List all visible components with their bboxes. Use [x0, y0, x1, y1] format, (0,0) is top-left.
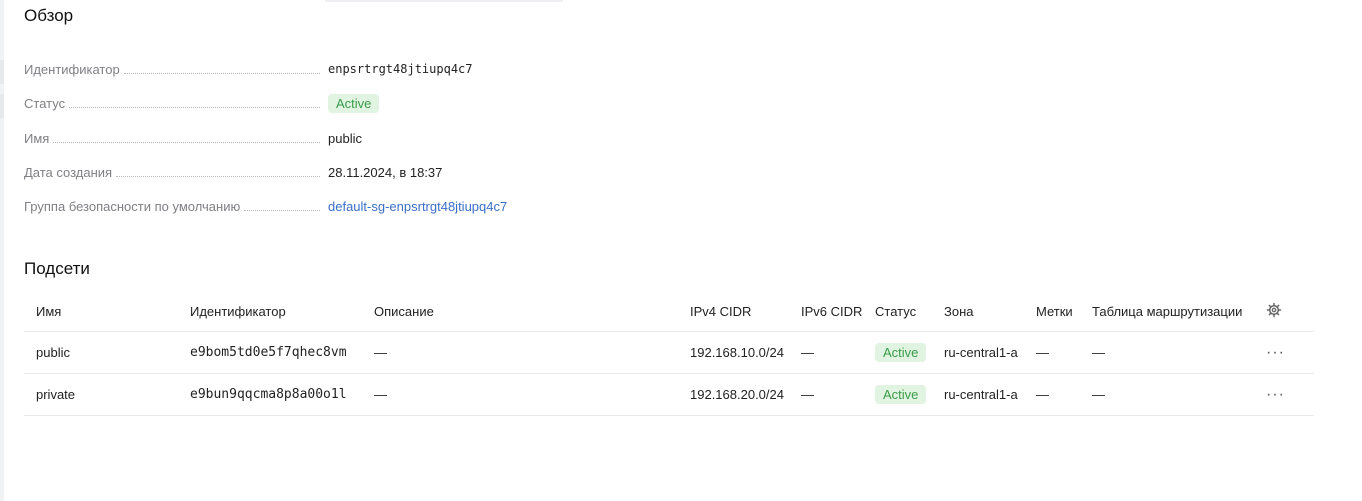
left-panel-border: [0, 0, 4, 501]
subnet-id[interactable]: e9bom5td0e5f7qhec8vm: [190, 331, 374, 374]
left-panel-marker: [0, 94, 4, 118]
subnet-ipv4: 192.168.20.0/24: [690, 373, 801, 416]
field-label: Группа безопасности по умолчанию: [24, 198, 241, 214]
column-header-id[interactable]: Идентификатор: [190, 291, 374, 332]
created-date-value: 28.11.2024, в 18:37: [328, 164, 443, 180]
column-header-ipv4[interactable]: IPv4 CIDR: [690, 291, 801, 332]
subnet-zone: ru-central1-a: [944, 373, 1036, 416]
subnet-name[interactable]: private: [24, 373, 190, 416]
subnet-description: —: [374, 373, 690, 416]
subnet-route-table: —: [1092, 373, 1266, 416]
security-group-link[interactable]: default-sg-enpsrtrgt48jtiupq4c7: [328, 199, 507, 214]
table-settings-button[interactable]: [1266, 291, 1314, 332]
ellipsis-icon[interactable]: ···: [1266, 386, 1285, 403]
column-header-zone[interactable]: Зона: [944, 291, 1036, 332]
top-popover-edge: [325, 0, 563, 2]
status-badge: Active: [875, 385, 927, 404]
subnet-id[interactable]: e9bun9qqcma8p8a00o1l: [190, 373, 374, 416]
field-label: Имя: [24, 130, 50, 146]
overview-row-id: Идентификатор enpsrtrgt48jtiupq4c7: [24, 59, 473, 79]
column-header-name[interactable]: Имя: [24, 291, 190, 332]
subnets-table: Имя Идентификатор Описание IPv4 CIDR IPv…: [24, 291, 1314, 416]
column-header-description[interactable]: Описание: [374, 291, 690, 332]
gear-icon[interactable]: [1266, 302, 1282, 321]
subnet-ipv6: —: [801, 331, 875, 374]
subnet-labels: —: [1036, 331, 1092, 374]
subnet-route-table: —: [1092, 331, 1266, 374]
status-badge: Active: [328, 93, 380, 113]
overview-title: Обзор: [24, 6, 74, 25]
column-header-ipv6[interactable]: IPv6 CIDR: [801, 291, 875, 332]
subnet-zone: ru-central1-a: [944, 331, 1036, 374]
column-header-route-table[interactable]: Таблица маршрутизации: [1092, 291, 1266, 332]
table-row[interactable]: public e9bom5td0e5f7qhec8vm — 192.168.10…: [24, 331, 1314, 374]
left-panel-marker: [0, 60, 4, 84]
network-id-value[interactable]: enpsrtrgt48jtiupq4c7: [328, 62, 473, 76]
overview-row-status: Статус Active: [24, 93, 380, 113]
field-label: Идентификатор: [24, 61, 120, 77]
column-header-status[interactable]: Статус: [875, 291, 944, 332]
field-label: Дата создания: [24, 164, 113, 180]
column-header-labels[interactable]: Метки: [1036, 291, 1092, 332]
subnet-ipv6: —: [801, 373, 875, 416]
overview-row-security-group: Группа безопасности по умолчанию default…: [24, 196, 507, 216]
table-header-row: Имя Идентификатор Описание IPv4 CIDR IPv…: [24, 291, 1314, 332]
subnet-description: —: [374, 331, 690, 374]
ellipsis-icon[interactable]: ···: [1266, 344, 1285, 361]
overview-row-created: Дата создания 28.11.2024, в 18:37: [24, 162, 442, 182]
subnet-name[interactable]: public: [24, 331, 190, 374]
subnet-labels: —: [1036, 373, 1092, 416]
field-label: Статус: [24, 95, 66, 111]
status-badge: Active: [875, 343, 927, 362]
subnet-ipv4: 192.168.10.0/24: [690, 331, 801, 374]
table-row[interactable]: private e9bun9qqcma8p8a00o1l — 192.168.2…: [24, 373, 1314, 416]
overview-row-name: Имя public: [24, 128, 362, 148]
subnets-title: Подсети: [24, 259, 90, 278]
network-name-value: public: [328, 130, 362, 146]
